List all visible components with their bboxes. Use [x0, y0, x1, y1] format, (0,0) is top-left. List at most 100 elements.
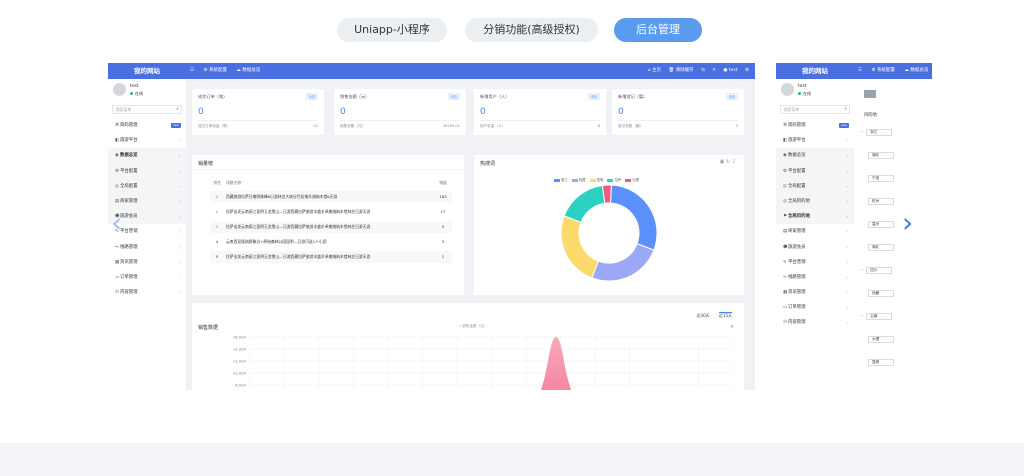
ranking-row[interactable]: ♛ 拉萨出发云南丽江昆明玉龙雪山—日游西藏拉萨旅游丰盛羊卓雍措纳木错林芝日游天游 5	[210, 221, 452, 233]
sidebar-item[interactable]: ▭订单管理 ›	[108, 270, 186, 285]
sidebar-item[interactable]: ⌘简码管理 new	[108, 118, 186, 133]
side-header-tool-overview[interactable]: ☁ 数据总览	[904, 68, 928, 73]
destination-input[interactable]: 温州	[868, 220, 894, 228]
header-tool-config[interactable]: ⚙ 系统配置	[203, 68, 226, 73]
refresh-icon[interactable]: ↻	[726, 159, 730, 165]
header-tool-overview[interactable]: ☁ 数据总览	[236, 68, 260, 73]
sidebar-item[interactable]: ⤳线路管理 ›	[776, 270, 854, 285]
destination-input[interactable]: 西藏	[868, 289, 894, 297]
sidebar-item[interactable]: ◉数据总览 ›	[108, 148, 186, 164]
menu-search-input[interactable]: 搜索菜单	[112, 105, 182, 114]
destination-input[interactable]: 四川	[866, 266, 893, 274]
destination-row[interactable]: 宁波	[868, 173, 894, 183]
sidebar-item[interactable]: ▭订单管理 ›	[776, 300, 854, 315]
sidebar-item[interactable]: ☷内容管理 ›	[776, 315, 854, 330]
side-sidebar: test 在线 搜索菜单 ⌘简码管理new◧旅游平台›◉数据总览›⚙平台配置›◎…	[776, 79, 854, 390]
destination-row[interactable]: 西藏	[868, 288, 894, 298]
sidebar-item[interactable]: ◧旅游平台 ›	[776, 133, 854, 148]
site-title: 我的网站	[134, 67, 160, 75]
sidebar-item[interactable]: ◎全局目的地 ›	[776, 193, 854, 210]
sidebar-item[interactable]: ⚙平台配置 ›	[108, 163, 186, 179]
clear-cache-link[interactable]: 🗑 清除缓存	[668, 68, 693, 73]
destination-row[interactable]: − 浙江	[860, 127, 893, 137]
sidebar-item[interactable]: ▤商家管理 ›	[776, 224, 854, 239]
sidebar-item[interactable]: ☷内容管理 ›	[108, 285, 186, 300]
donut-slice[interactable]	[591, 243, 655, 282]
tab-admin[interactable]: 后台管理	[614, 18, 702, 42]
range-30-days[interactable]: 近30天	[697, 313, 710, 318]
destination-input[interactable]: 湖北	[868, 243, 894, 251]
destination-input[interactable]: 杭州	[868, 197, 894, 205]
destination-row[interactable]: 杭州	[868, 196, 894, 206]
tab-uniapp[interactable]: Uniapp-小程序	[337, 18, 447, 42]
chevron-right-icon: ›	[846, 274, 848, 280]
sidebar-item-label: 平台配置	[120, 168, 138, 174]
destination-row[interactable]: 湖北	[868, 242, 894, 252]
destination-row[interactable]: 昆明	[868, 357, 894, 367]
chevron-right-icon: ›	[178, 214, 180, 220]
sales-card: 近30天 近15天 销售数据 ⊸ 销售金额（元） ≡ 16,000 14,000 1…	[192, 303, 744, 390]
sidebar-item[interactable]: ⌘简码管理 new	[776, 118, 854, 133]
sidebar-item[interactable]: ◧旅游平台 ›	[108, 133, 186, 148]
stat-card: 销售金额（元） 今日 0 销售总额（元） 20290.01	[334, 89, 466, 135]
destination-row[interactable]: 大理	[868, 334, 894, 344]
destination-row[interactable]: − 四川	[860, 265, 893, 275]
ranking-row[interactable]: 5 拉萨出发云南丽江昆明玉龙雪山—日游西藏拉萨旅游丰盛羊卓雍措纳木错林芝日游天游 1	[210, 251, 452, 263]
sidebar-item[interactable]: ☻旅游会员 ›	[776, 240, 854, 255]
tab-distribution[interactable]: 分销功能(高级授权)	[465, 18, 598, 42]
donut-slice[interactable]	[560, 215, 599, 279]
sidebar-item[interactable]: ⚑全局目的地 ›	[776, 209, 854, 225]
ranking-row[interactable]: ♛ 西藏旅游拉萨日喀则珠峰6日游林芝大峡谷巴松措羊湖纳木错6天游 183	[210, 191, 452, 203]
destination-input[interactable]: 湖北	[868, 151, 894, 159]
chevron-right-icon: ›	[178, 198, 180, 204]
sidebar-item[interactable]: ⚙平台配置 ›	[776, 163, 854, 179]
download-icon[interactable]: ⇩	[732, 159, 736, 165]
destination-input[interactable]: 浙江	[866, 128, 893, 136]
header-user[interactable]: ● test	[724, 68, 738, 73]
destination-input[interactable]: 云南	[866, 312, 893, 320]
expand-icon[interactable]: −	[860, 129, 863, 134]
donut-slice[interactable]	[563, 184, 606, 223]
sidebar-item[interactable]: ▦资讯管理 ›	[776, 285, 854, 300]
ranking-header-row: 排名 线路名称 销量	[213, 180, 447, 185]
destination-input[interactable]: 昆明	[868, 358, 894, 366]
range-15-days[interactable]: 近15天	[718, 312, 732, 318]
donut-slice[interactable]	[609, 184, 658, 251]
save-icon[interactable]: ▣	[720, 159, 725, 165]
translate-icon[interactable]: ⇆	[701, 68, 705, 73]
fullscreen-icon[interactable]: ✕	[712, 68, 716, 73]
chevron-right-icon: ›	[846, 168, 848, 174]
ranking-title: 销量榜	[198, 161, 214, 167]
sidebar-item[interactable]: ◎全局配置 ›	[108, 178, 186, 194]
sidebar-item[interactable]: ✎平台营销 ›	[776, 255, 854, 270]
expand-icon[interactable]: −	[860, 313, 863, 318]
sidebar-item[interactable]: ◉数据总览 ›	[776, 148, 854, 164]
ranking-row[interactable]: 4 云南西双版纳野象谷+原始森林公园昆明—日游可送1人小团 3	[210, 236, 452, 248]
expand-icon[interactable]: −	[860, 267, 863, 272]
side-menu-search-input[interactable]: 搜索菜单	[780, 105, 850, 114]
sidebar-item[interactable]: ▦资讯管理 ›	[108, 255, 186, 270]
home-link[interactable]: ⌂ 主页	[648, 68, 661, 73]
chevron-right-icon: ›	[846, 214, 848, 220]
menu-toggle-icon[interactable]: ☰	[190, 68, 194, 73]
side-menu-toggle-icon[interactable]: ☰	[858, 68, 862, 73]
sidebar-item-label: 商家管理	[788, 229, 806, 235]
chevron-right-icon: ›	[178, 274, 180, 280]
destination-row[interactable]: 湖北	[868, 150, 894, 160]
chart-options-icon[interactable]: ≡	[730, 324, 734, 330]
sidebar-item[interactable]: ⤳线路管理 ›	[108, 240, 186, 255]
settings-icon[interactable]: ⚙	[745, 68, 749, 73]
destination-row[interactable]: 温州	[868, 219, 894, 229]
sidebar-item[interactable]: ◎全局配置 ›	[776, 178, 854, 194]
ranking-row[interactable]: ♛ 拉萨出发云南丽江昆明玉龙雪山—日游西藏拉萨旅游丰盛羊卓雍措纳木错林芝日游天游 1…	[210, 206, 452, 218]
add-button[interactable]	[864, 90, 876, 98]
side-header-tool-config[interactable]: ⚙ 系统配置	[871, 68, 894, 73]
route-name: 拉萨出发云南丽江昆明玉龙雪山—日游西藏拉萨旅游丰盛羊卓雍措纳木错林芝日游天游	[226, 209, 371, 214]
destination-row[interactable]: − 云南	[860, 311, 893, 321]
carousel-prev-button[interactable]: ‹	[111, 208, 122, 238]
destination-input[interactable]: 大理	[868, 335, 894, 343]
stat-title: 销售金额（元）	[340, 94, 370, 99]
y-tick-label: 16,000	[233, 335, 247, 340]
destination-input[interactable]: 宁波	[868, 174, 894, 182]
carousel-next-button[interactable]: ›	[902, 208, 913, 238]
